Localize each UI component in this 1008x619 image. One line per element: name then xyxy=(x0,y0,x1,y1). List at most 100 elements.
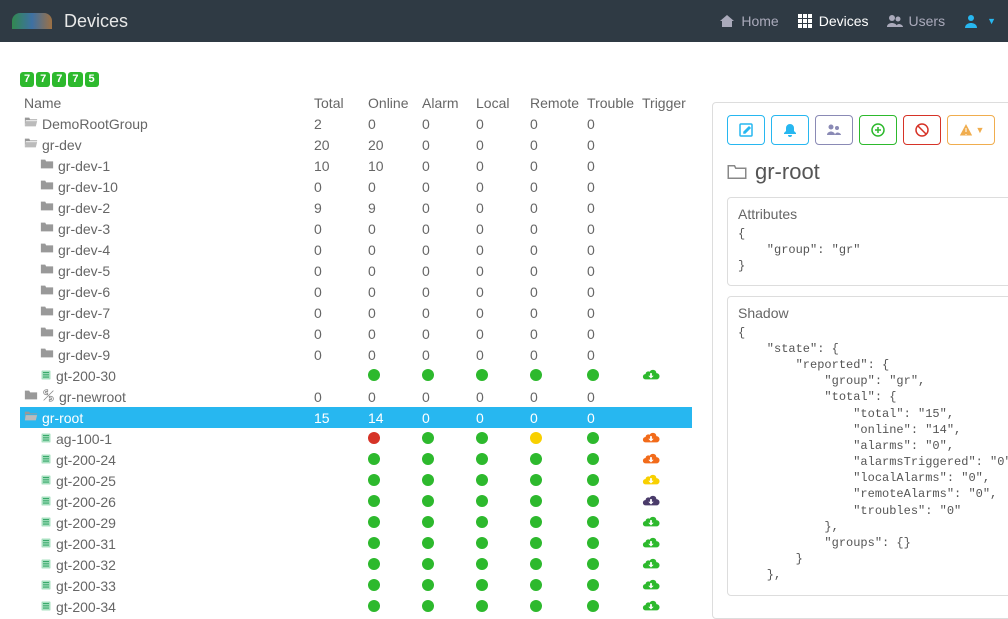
group-row[interactable]: gr-dev-3000000 xyxy=(20,218,692,239)
group-row[interactable]: gr-dev-4000000 xyxy=(20,239,692,260)
cell-status-dot xyxy=(526,365,583,386)
status-dot-icon xyxy=(422,579,434,591)
folder-icon xyxy=(40,346,54,363)
device-row[interactable]: gt-200-24 xyxy=(20,449,692,470)
device-row[interactable]: gt-200-34 xyxy=(20,596,692,617)
shadow-body[interactable]: { "state": { "reported": { "group": "gr"… xyxy=(738,325,1008,585)
nav-devices-label: Devices xyxy=(819,13,869,29)
cell-trigger xyxy=(638,470,692,491)
device-row[interactable]: ag-100-1 xyxy=(20,428,692,449)
device-row[interactable]: gt-200-26 xyxy=(20,491,692,512)
nav-home[interactable]: Home xyxy=(719,13,778,29)
status-dot-icon xyxy=(368,432,380,444)
folder-icon xyxy=(40,304,54,321)
group-row[interactable]: gr-dev-110100000 xyxy=(20,155,692,176)
shadow-section: Shadow { "state": { "reported": { "group… xyxy=(727,296,1008,596)
cell-value: 0 xyxy=(472,218,526,239)
cell-value: 0 xyxy=(472,239,526,260)
group-row[interactable]: gr-dev-8000000 xyxy=(20,323,692,344)
cell-value: 0 xyxy=(526,386,583,407)
cell-value: 0 xyxy=(364,302,418,323)
group-row[interactable]: gr-dev-2990000 xyxy=(20,197,692,218)
cloud-icon xyxy=(642,598,660,615)
group-row[interactable]: gr-dev-10000000 xyxy=(20,176,692,197)
cell-value: 0 xyxy=(583,260,638,281)
cell-status-dot xyxy=(583,575,638,596)
user-icon xyxy=(963,13,979,29)
cloud-icon xyxy=(642,514,660,531)
device-row[interactable]: gt-200-33 xyxy=(20,575,692,596)
group-row[interactable]: gr-dev-5000000 xyxy=(20,260,692,281)
group-row[interactable]: gr-dev-7000000 xyxy=(20,302,692,323)
edit-button[interactable] xyxy=(727,115,765,145)
cell-value: 14 xyxy=(364,407,418,428)
nav-user-menu[interactable]: ▼ xyxy=(963,13,996,29)
folder-icon xyxy=(24,388,38,405)
nav-devices[interactable]: Devices xyxy=(797,13,869,29)
warning-menu-button[interactable]: ▼ xyxy=(947,115,995,145)
status-dot-icon xyxy=(476,369,488,381)
tree-panel: 77775 Name Total Online Alarm Local Remo… xyxy=(20,72,692,619)
status-dot-icon xyxy=(587,453,599,465)
group-row[interactable]: gr-root15140000 xyxy=(20,407,692,428)
col-trigger: Trigger xyxy=(638,93,692,113)
users-button[interactable] xyxy=(815,115,853,145)
cell-value xyxy=(310,533,364,554)
device-row[interactable]: gt-200-29 xyxy=(20,512,692,533)
add-child-button[interactable] xyxy=(859,115,897,145)
device-row[interactable]: gt-200-31 xyxy=(20,533,692,554)
cell-trigger xyxy=(638,344,692,365)
status-dot-icon xyxy=(422,537,434,549)
status-dot-icon xyxy=(587,495,599,507)
cell-value: 10 xyxy=(364,155,418,176)
status-dot-icon xyxy=(476,537,488,549)
row-label: gr-dev-5 xyxy=(58,263,110,279)
group-row[interactable]: gr-dev-6000000 xyxy=(20,281,692,302)
cell-value xyxy=(310,596,364,617)
cloud-icon xyxy=(642,472,660,489)
device-row[interactable]: gt-200-25 xyxy=(20,470,692,491)
status-dot-icon xyxy=(530,495,542,507)
status-dot-icon xyxy=(587,558,599,570)
col-remote: Remote xyxy=(526,93,583,113)
status-dot-icon xyxy=(422,516,434,528)
cell-status-dot xyxy=(583,533,638,554)
cell-status-dot xyxy=(583,596,638,617)
cell-value: 0 xyxy=(418,239,472,260)
group-row[interactable]: gr-dev20200000 xyxy=(20,134,692,155)
cell-value: 2 xyxy=(310,113,364,134)
bell-icon xyxy=(782,122,798,138)
cancel-icon xyxy=(914,122,930,138)
cell-value xyxy=(310,575,364,596)
cell-status-dot xyxy=(526,491,583,512)
cell-value: 0 xyxy=(583,407,638,428)
delete-button[interactable] xyxy=(903,115,941,145)
group-row[interactable]: gr-dev-9000000 xyxy=(20,344,692,365)
cell-value: 0 xyxy=(472,113,526,134)
group-row[interactable]: DemoRootGroup200000 xyxy=(20,113,692,134)
cell-trigger xyxy=(638,491,692,512)
group-row[interactable]: gr-newroot000000 xyxy=(20,386,692,407)
status-dot-icon xyxy=(368,600,380,612)
cell-status-dot xyxy=(583,449,638,470)
cell-status-dot xyxy=(418,554,472,575)
cell-value: 0 xyxy=(526,113,583,134)
device-row[interactable]: gt-200-30 xyxy=(20,365,692,386)
device-row[interactable]: gt-200-32 xyxy=(20,554,692,575)
notify-button[interactable] xyxy=(771,115,809,145)
cell-trigger xyxy=(638,575,692,596)
action-buttons: ▼ xyxy=(727,115,1008,145)
folder-open-icon xyxy=(24,115,38,132)
cloud-icon xyxy=(642,367,660,384)
nav-users[interactable]: Users xyxy=(887,13,946,29)
attributes-heading: Attributes xyxy=(738,206,1008,222)
folder-icon xyxy=(40,220,54,237)
cell-status-dot xyxy=(364,428,418,449)
warning-icon xyxy=(958,122,974,138)
cell-status-dot xyxy=(583,365,638,386)
cell-status-dot xyxy=(364,512,418,533)
status-dot-icon xyxy=(587,600,599,612)
cell-status-dot xyxy=(583,512,638,533)
grid-icon xyxy=(797,13,813,29)
cell-value: 0 xyxy=(526,344,583,365)
